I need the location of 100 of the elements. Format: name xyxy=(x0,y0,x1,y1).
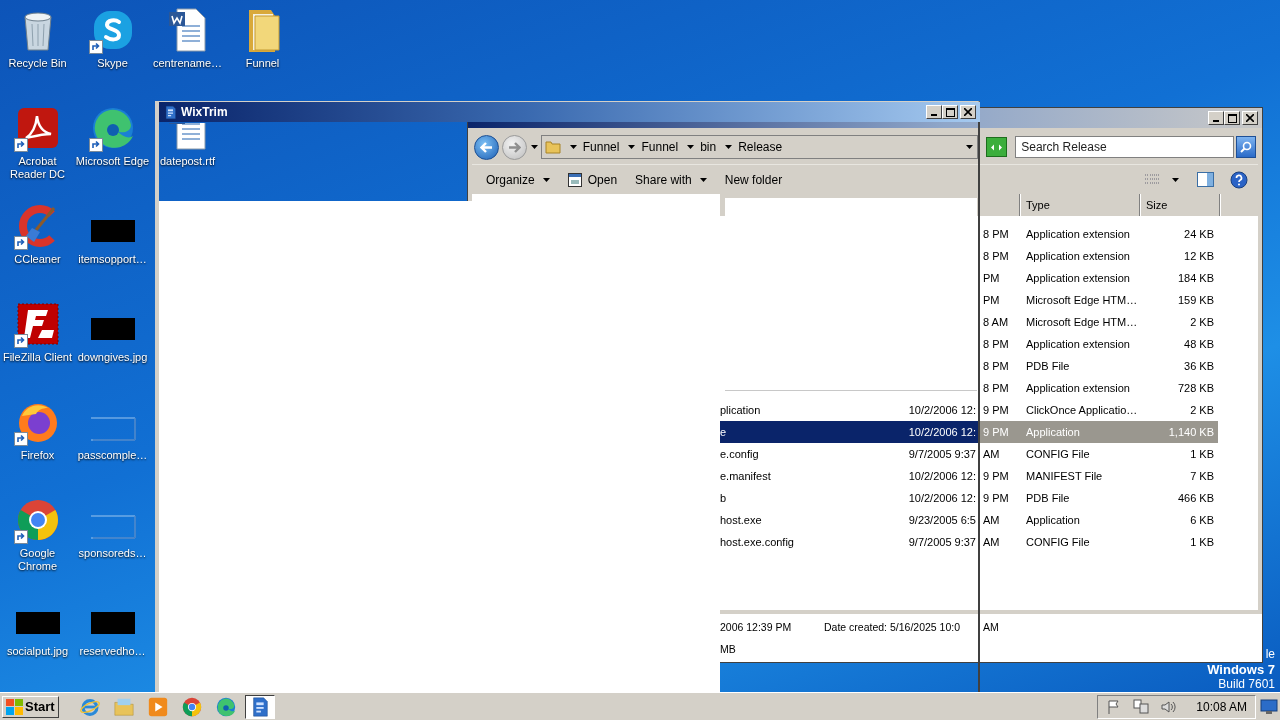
clock[interactable]: 10:08 AM xyxy=(1196,697,1247,716)
breadcrumb-item[interactable]: Funnel xyxy=(582,138,620,156)
maximize-button[interactable] xyxy=(942,105,958,119)
column-header[interactable]: Type xyxy=(1020,194,1140,216)
icon-label[interactable]: centrename… xyxy=(152,57,223,70)
window-title: WixTrim xyxy=(181,104,228,121)
file-row[interactable]: e.config 9/7/2005 9:37 AM CONFIG File 1 KB xyxy=(720,443,1218,465)
app-icon xyxy=(163,104,178,120)
table-cell-text: 8 AM xyxy=(983,314,1009,330)
table-cell-text: 466 KB xyxy=(1177,490,1214,506)
table-cell-text: Application extension xyxy=(1026,270,1130,286)
caret-icon xyxy=(542,177,550,182)
icon-label[interactable]: Google Chrome xyxy=(0,547,75,573)
table-cell-text: 8 PM xyxy=(983,336,1009,352)
close-button[interactable] xyxy=(960,105,976,119)
new-folder-button[interactable]: New folder xyxy=(718,167,789,192)
file-row[interactable]: 8 PM Application extension 12 KB xyxy=(982,245,1218,267)
forward-button[interactable] xyxy=(501,134,527,160)
icon-label[interactable]: passcomple… xyxy=(77,449,148,462)
breadcrumb-item[interactable]: Funnel xyxy=(641,138,679,156)
table-cell-text: 10/2/2006 12: xyxy=(908,402,976,418)
icon-label[interactable]: reservedho… xyxy=(79,645,146,658)
table-cell-text: ClickOnce Applicatio… xyxy=(1026,402,1138,418)
file-row[interactable]: PM Microsoft Edge HTM… 159 KB xyxy=(982,289,1218,311)
table-cell-text: 12 KB xyxy=(1184,248,1214,264)
file-row[interactable]: 8 PM Application extension 728 KB xyxy=(982,377,1218,399)
start-button[interactable]: Start xyxy=(2,695,59,718)
icon-label[interactable]: FileZilla Client xyxy=(2,351,73,364)
caret-icon xyxy=(699,177,707,182)
file-row[interactable]: 8 AM Microsoft Edge HTM… 2 KB xyxy=(982,311,1218,333)
os-notice-text: Windows 7 xyxy=(1207,662,1275,677)
network-icon[interactable] xyxy=(1132,698,1151,715)
table-cell-text: b xyxy=(720,490,727,506)
file-row[interactable]: PM Application extension 184 KB xyxy=(982,267,1218,289)
file-row[interactable]: 8 PM Application extension 24 KB xyxy=(982,223,1218,245)
close-button[interactable] xyxy=(1242,111,1258,125)
forward-arrow-icon xyxy=(507,141,521,153)
icon-label[interactable]: datepost.rtf xyxy=(159,155,215,168)
icon-label[interactable]: Recycle Bin xyxy=(8,57,67,70)
caret-icon xyxy=(1172,177,1179,182)
table-cell-text: CONFIG File xyxy=(1026,446,1090,462)
icon-label[interactable]: Funnel xyxy=(245,57,280,70)
table-cell-text: PM xyxy=(983,270,1000,286)
file-row[interactable]: host.exe 9/23/2005 6:5 AM Application 6 KB xyxy=(720,509,1218,531)
close-icon xyxy=(964,108,972,116)
icon-label[interactable]: Microsoft Edge xyxy=(75,155,150,168)
table-cell-text: e.config xyxy=(720,446,759,462)
refresh-button[interactable] xyxy=(986,137,1008,157)
breadcrumb-item[interactable]: Release xyxy=(738,138,783,156)
icon-label[interactable]: Skype xyxy=(97,57,128,70)
table-cell-text: 10/2/2006 12: xyxy=(908,424,976,440)
file-row[interactable]: plication 10/2/2006 12: 9 PM ClickOnce Applicatio… 2 KB xyxy=(720,399,1218,421)
caret-icon xyxy=(628,145,636,149)
search-button[interactable] xyxy=(1236,136,1256,158)
table-cell-text: 1 KB xyxy=(1190,534,1214,550)
modified-date-text: 2006 12:39 PM xyxy=(720,620,793,635)
icon-label[interactable]: Acrobat Reader DC xyxy=(0,155,75,181)
icon-label[interactable]: CCleaner xyxy=(14,253,61,266)
toolbar-menu[interactable]: Share with xyxy=(629,167,713,192)
search-field[interactable]: Search Release xyxy=(1015,136,1235,158)
table-cell-text: 24 KB xyxy=(1184,226,1214,242)
maximize-button[interactable] xyxy=(1224,111,1240,125)
file-row[interactable]: 8 PM PDB File 36 KB xyxy=(982,355,1218,377)
table-cell-text: PDB File xyxy=(1026,490,1070,506)
show-desktop-icon[interactable] xyxy=(1260,698,1278,715)
table-cell-text: 8 PM xyxy=(983,226,1009,242)
file-row[interactable]: b 10/2/2006 12: 9 PM PDB File 466 KB xyxy=(720,487,1218,509)
help-icon xyxy=(1230,170,1248,189)
toolbar-menu[interactable]: Organize xyxy=(480,167,556,192)
file-row[interactable]: e.manifest 10/2/2006 12: 9 PM MANIFEST File 7 KB xyxy=(720,465,1218,487)
column-header[interactable]: Size xyxy=(1140,194,1220,216)
caret-icon xyxy=(530,145,538,149)
file-size-text: MB xyxy=(720,641,737,657)
refresh-icon xyxy=(990,142,1004,152)
file-row[interactable]: host.exe.config 9/7/2005 9:37 AM CONFIG File 1 KB xyxy=(720,531,1218,553)
minimize-button[interactable] xyxy=(1208,111,1224,125)
created-date-text: AM xyxy=(983,620,999,635)
file-row[interactable]: 8 PM Application extension 48 KB xyxy=(982,333,1218,355)
table-cell-text: CONFIG File xyxy=(1026,534,1090,550)
preview-pane-icon xyxy=(1197,172,1214,187)
icon-label[interactable]: sponsoreds… xyxy=(78,547,147,560)
address-bar[interactable]: Funnel Funnel bin Release xyxy=(540,135,979,159)
icon-label[interactable]: socialput.jpg xyxy=(6,645,69,658)
icon-label[interactable]: itemsopport… xyxy=(78,253,147,266)
table-cell-text: Application extension xyxy=(1026,226,1130,242)
open-button[interactable]: Open xyxy=(561,167,624,192)
minimize-button[interactable] xyxy=(926,105,942,119)
windows-logo-icon xyxy=(6,698,23,715)
table-cell-text: 159 KB xyxy=(1177,292,1214,308)
table-cell-text: 728 KB xyxy=(1177,380,1214,396)
taskbar-button[interactable] xyxy=(244,694,275,719)
os-notice-text: le xyxy=(1265,647,1275,662)
icon-label[interactable]: downgives.jpg xyxy=(77,351,148,364)
table-cell-text: AM xyxy=(983,446,1000,462)
icon-label[interactable]: Firefox xyxy=(20,449,55,462)
volume-icon[interactable] xyxy=(1160,698,1179,715)
table-cell-text: 9/7/2005 9:37 xyxy=(908,534,976,550)
back-button[interactable] xyxy=(474,134,499,160)
breadcrumb-item[interactable]: bin xyxy=(700,138,717,156)
file-row[interactable]: e 10/2/2006 12: 9 PM Application 1,140 KB xyxy=(720,421,1218,443)
